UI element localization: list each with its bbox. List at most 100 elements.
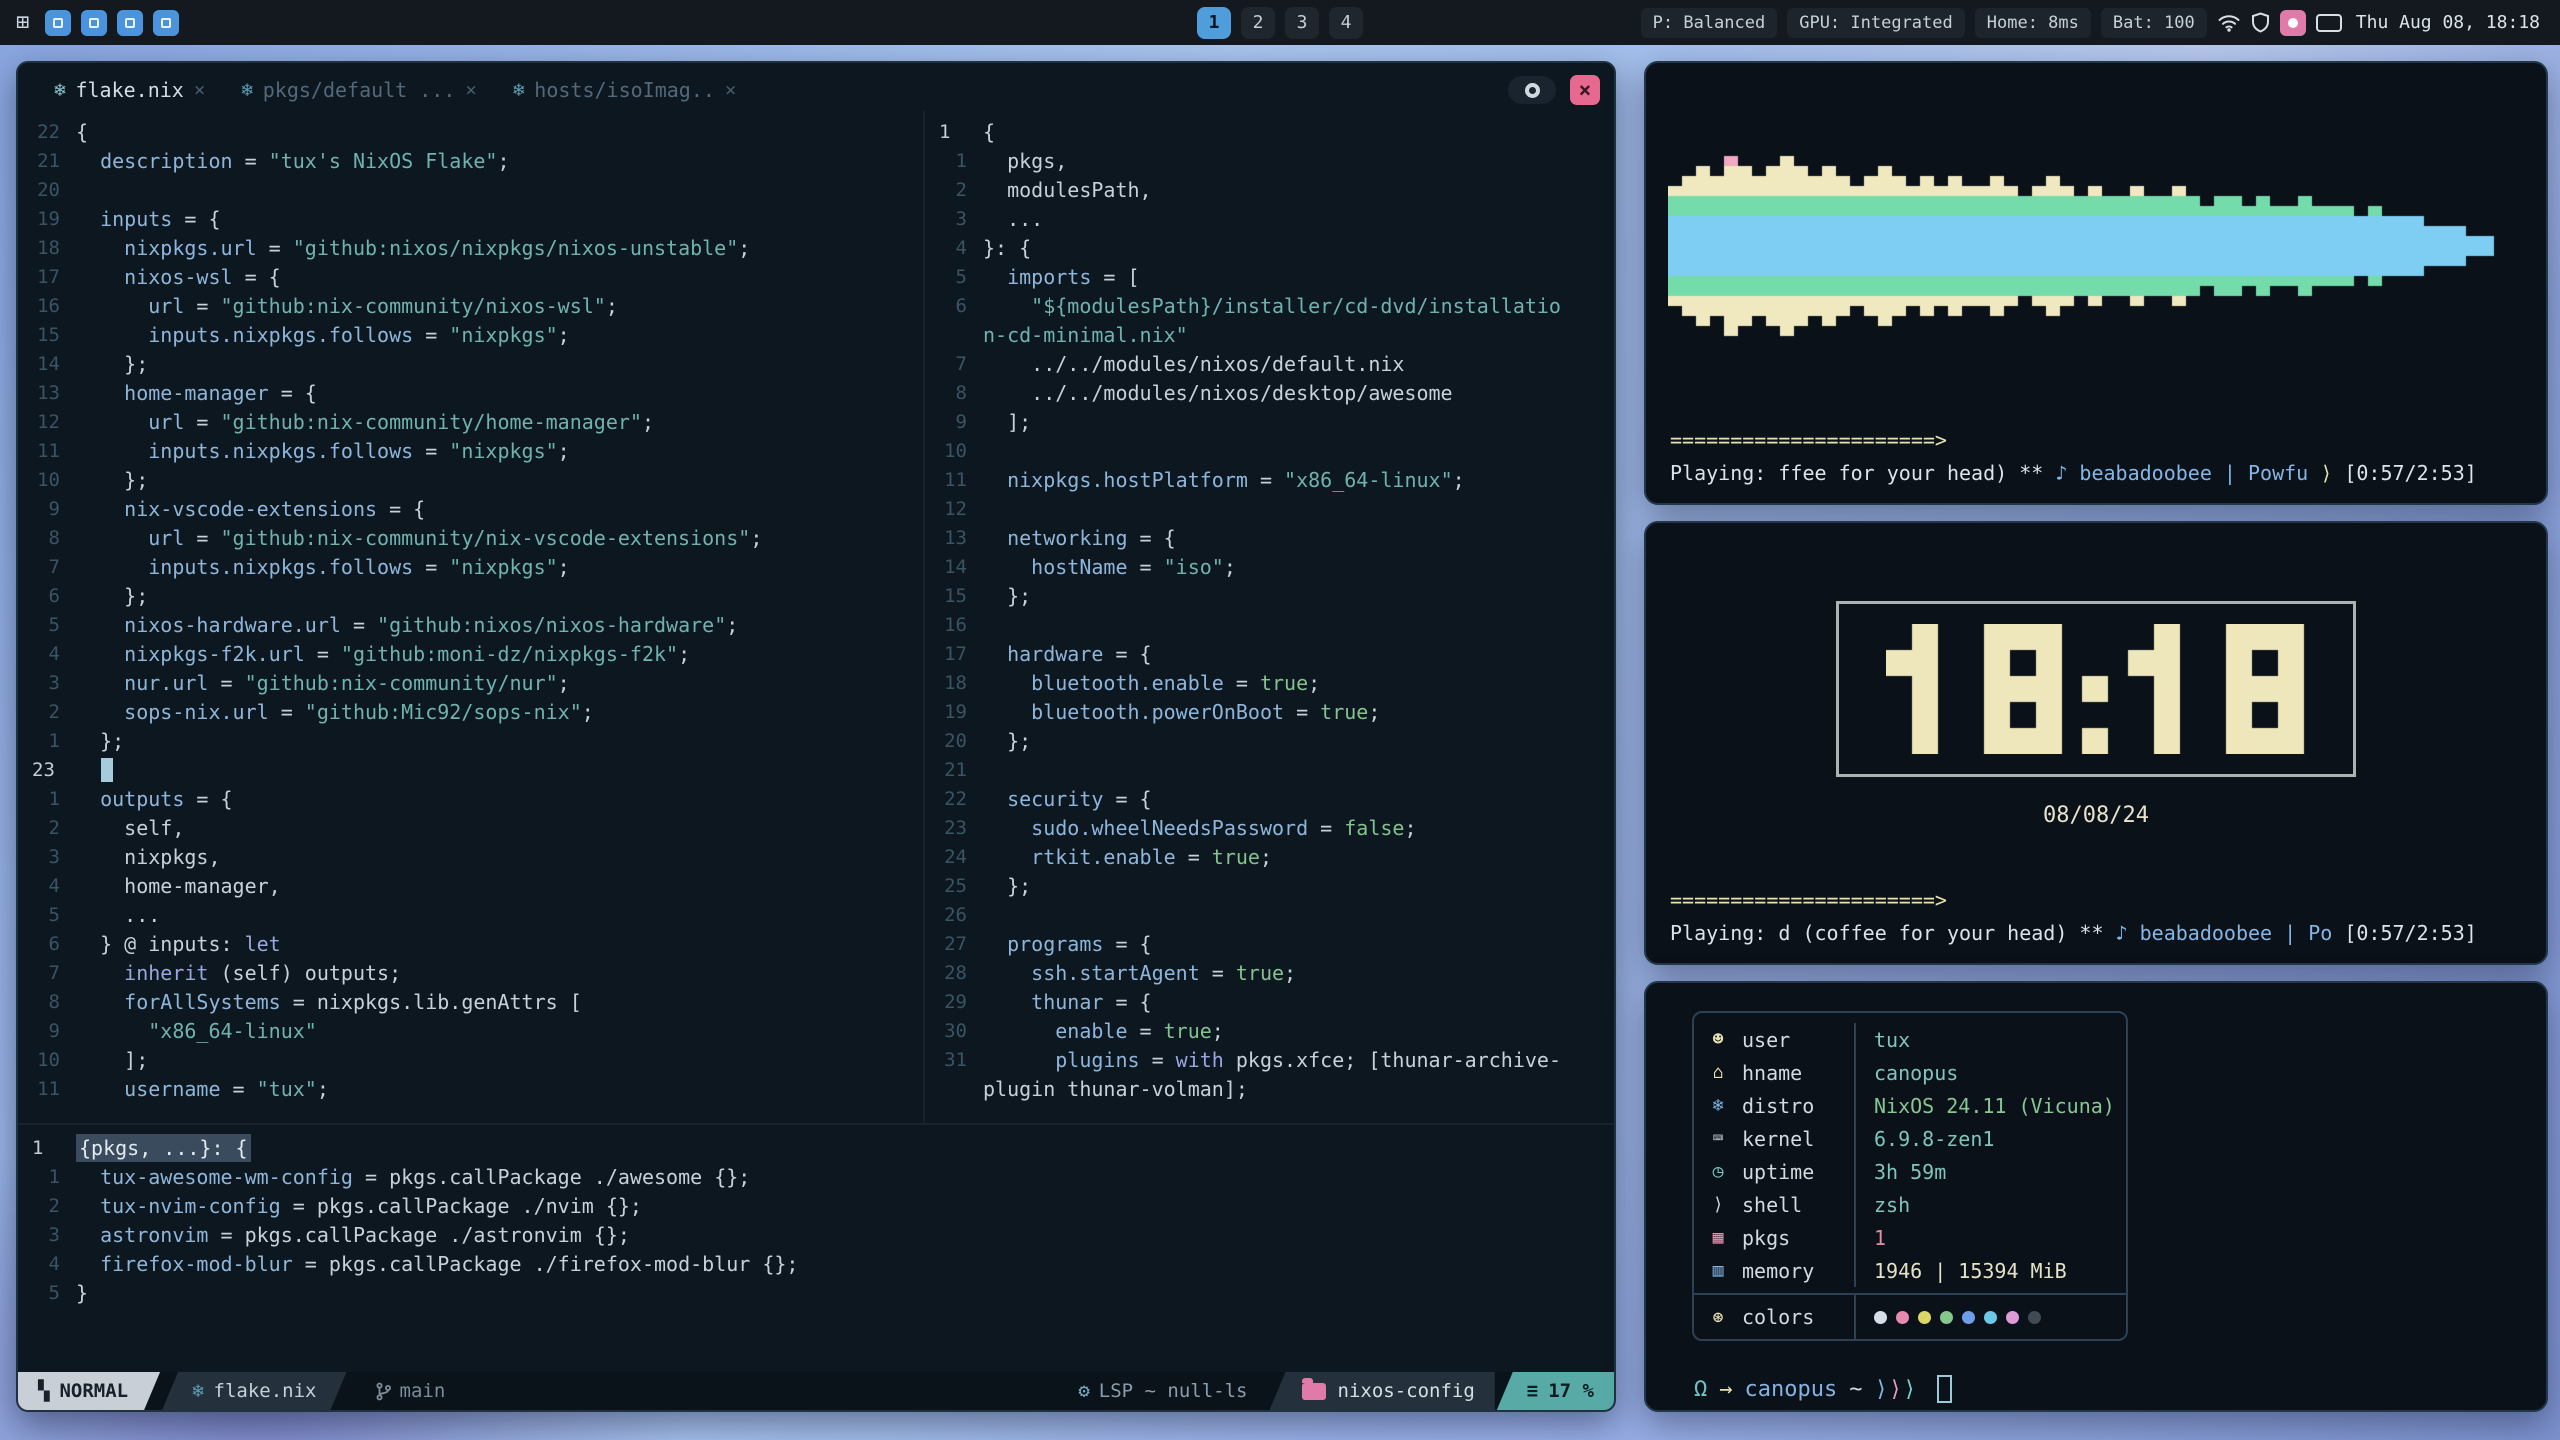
fetch-value: 3h 59m [1854, 1155, 2126, 1188]
line-number: 5 [925, 266, 983, 288]
line-number: 3 [18, 672, 76, 694]
line-number: 15 [18, 324, 76, 346]
code-text: }; [76, 468, 148, 492]
line-number: 12 [18, 411, 76, 433]
line-number: 2 [18, 817, 76, 839]
code-text: nixpkgs.url = "github:nixos/nixpkgs/nixo… [76, 236, 750, 260]
line-number: 11 [18, 1078, 76, 1100]
code-line: 15 }; [925, 581, 1614, 610]
dock-tag-icon[interactable] [81, 10, 107, 36]
code-text: bluetooth.powerOnBoot = true; [983, 700, 1380, 724]
code-text: ssh.startAgent = true; [983, 961, 1296, 985]
workspace-2[interactable]: 2 [1241, 7, 1275, 39]
fetch-value: zsh [1854, 1188, 2126, 1221]
git-branch[interactable]: main [355, 1372, 466, 1410]
code-line: 27 programs = { [925, 929, 1614, 958]
code-text: programs = { [983, 932, 1152, 956]
code-line: 13 networking = { [925, 523, 1614, 552]
fetch-value: tux [1854, 1023, 2126, 1056]
buffer-pkgs-default[interactable]: 1{pkgs, ...}: {1 tux-awesome-wm-config =… [18, 1123, 1614, 1372]
line-number: 29 [925, 991, 983, 1013]
wifi-icon[interactable] [2217, 9, 2241, 37]
shield-icon[interactable] [2251, 9, 2270, 37]
tray-icon[interactable] [2316, 14, 2342, 32]
code-text: url = "github:nix-community/nixos-wsl"; [76, 294, 618, 318]
code-text: ../../modules/nixos/desktop/awesome [983, 381, 1453, 405]
code-line: 15 inputs.nixpkgs.follows = "nixpkgs"; [18, 320, 923, 349]
tab-hosts-isoimag-[interactable]: ❄hosts/isoImag..× [497, 73, 753, 107]
code-line: 21 [925, 755, 1614, 784]
line-number: 23 [925, 817, 983, 839]
workspace-3[interactable]: 3 [1285, 7, 1319, 39]
toggle-button[interactable] [1508, 76, 1556, 104]
hname-icon: ⌂ [1694, 1062, 1742, 1083]
workspace-switcher[interactable]: 1234 [1197, 7, 1363, 39]
palette-dot [1918, 1311, 1931, 1324]
tab-close-icon[interactable]: × [465, 79, 476, 101]
line-number: 4 [18, 875, 76, 897]
code-text: sops-nix.url = "github:Mic92/sops-nix"; [76, 700, 594, 724]
code-line: 1 outputs = { [18, 784, 923, 813]
line-number: 1 [18, 1137, 76, 1159]
player-status-1: ======================> Playing: ffee fo… [1670, 428, 2522, 485]
tab-label: flake.nix [75, 78, 183, 102]
tab-flake-nix[interactable]: ❄flake.nix× [38, 73, 221, 107]
close-button[interactable]: × [1570, 75, 1600, 105]
palette-dot [1874, 1311, 1887, 1324]
line-number: 11 [18, 440, 76, 462]
code-line: 2 tux-nvim-config = pkgs.callPackage ./n… [18, 1191, 1614, 1220]
buffer-iso-image[interactable]: 1{1 pkgs,2 modulesPath,3 ...4}: {5 impor… [925, 111, 1614, 1123]
terminal-cursor [1937, 1375, 1952, 1403]
code-line: 9 "x86_64-linux" [18, 1016, 923, 1045]
uptime-icon: ◷ [1694, 1161, 1742, 1182]
statusline: ▚ NORMAL ❄ flake.nix main ⚙ LSP ~ null-l… [18, 1372, 1614, 1410]
code-text: modulesPath, [983, 178, 1152, 202]
code-text: hostName = "iso"; [983, 555, 1236, 579]
fetch-value: 1946 | 15394 MiB [1854, 1254, 2126, 1287]
line-number: 19 [18, 208, 76, 230]
code-line: 6 "${modulesPath}/installer/cd-dvd/insta… [925, 291, 1614, 320]
code-text: nixpkgs.hostPlatform = "x86_64-linux"; [983, 468, 1465, 492]
dock-tag-icon[interactable] [153, 10, 179, 36]
text-cursor [101, 758, 113, 782]
line-number: 27 [925, 933, 983, 955]
dock-tags[interactable] [45, 10, 179, 36]
code-text: security = { [983, 787, 1152, 811]
code-text: plugins = with pkgs.xfce; [thunar-archiv… [983, 1048, 1561, 1072]
recorder-icon[interactable] [2280, 10, 2306, 36]
tab-pkgs-default-[interactable]: ❄pkgs/default ...× [225, 73, 493, 107]
tab-close-icon[interactable]: × [194, 79, 205, 101]
code-text: ... [983, 207, 1043, 231]
editor-splits: 22{21 description = "tux's NixOS Flake";… [18, 111, 1614, 1123]
line-number: 10 [18, 1049, 76, 1071]
fetch-value: 1 [1854, 1221, 2126, 1254]
line-number: 14 [925, 556, 983, 578]
code-text: tux-awesome-wm-config = pkgs.callPackage… [76, 1165, 750, 1189]
workspace-4[interactable]: 4 [1329, 7, 1363, 39]
workspace-1[interactable]: 1 [1197, 7, 1231, 39]
line-number: 17 [925, 643, 983, 665]
code-text: inputs = { [76, 207, 221, 231]
tab-controls: × [1508, 75, 1600, 105]
scroll-position: ≡ 17 % [1497, 1372, 1614, 1410]
buffer-flake-nix[interactable]: 22{21 description = "tux's NixOS Flake";… [18, 111, 923, 1123]
statusline-file[interactable]: ❄ flake.nix [162, 1372, 346, 1410]
code-text: } @ inputs: let [76, 932, 281, 956]
fetch-label: kernel [1742, 1127, 1854, 1151]
terminal-prompt[interactable]: Ω → canopus ~ ⟩⟩⟩ [1694, 1375, 2546, 1403]
tab-close-icon[interactable]: × [725, 79, 736, 101]
dock-tag-icon[interactable] [117, 10, 143, 36]
player-status-2: ======================> Playing: d (coff… [1670, 888, 2522, 945]
dock-tag-icon[interactable] [45, 10, 71, 36]
code-text: inputs.nixpkgs.follows = "nixpkgs"; [76, 555, 570, 579]
code-line: 20 }; [925, 726, 1614, 755]
line-number: 25 [925, 875, 983, 897]
datetime[interactable]: Thu Aug 08, 18:18 [2352, 12, 2544, 33]
line-number: 1 [18, 1166, 76, 1188]
code-line: 11 inputs.nixpkgs.follows = "nixpkgs"; [18, 436, 923, 465]
fetch-row-uptime: ◷uptime3h 59m [1694, 1155, 2126, 1188]
code-line: 8 ../../modules/nixos/desktop/awesome [925, 378, 1614, 407]
project-indicator[interactable]: nixos-config [1270, 1372, 1495, 1410]
launcher-icon[interactable]: ⊞ [16, 12, 29, 34]
code-text: sudo.wheelNeedsPassword = false; [983, 816, 1417, 840]
